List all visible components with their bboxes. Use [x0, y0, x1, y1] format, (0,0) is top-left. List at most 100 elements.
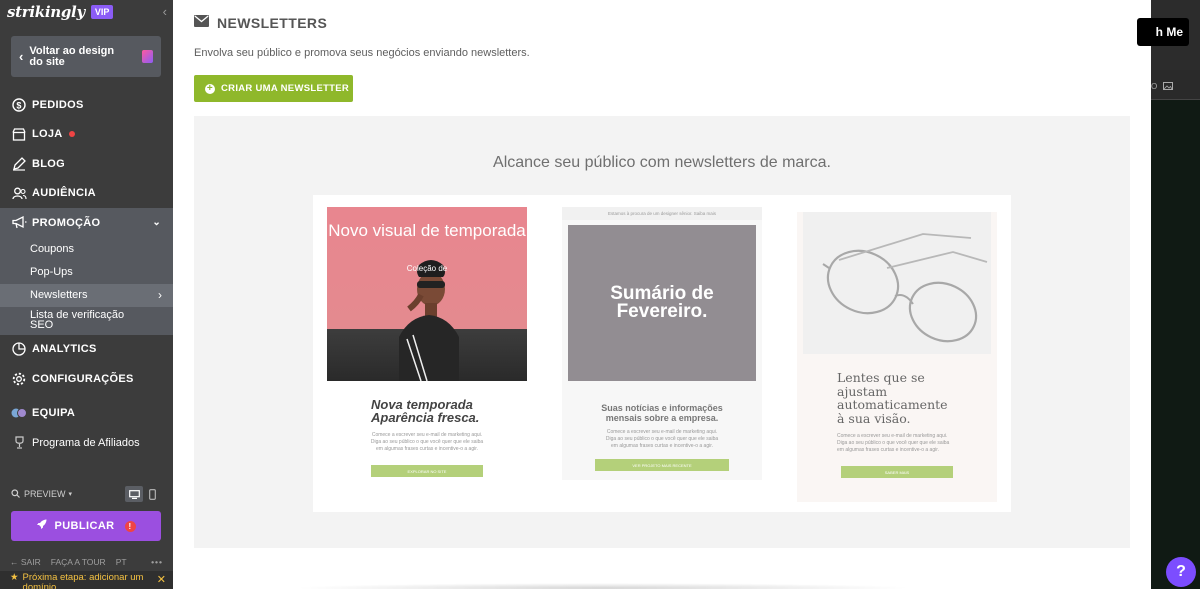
summary-body-text: Comece a escrever seu e-mail de marketin…: [605, 429, 719, 449]
search-icon: [11, 488, 20, 500]
fashion-body-text: Comece a escrever seu e-mail de marketin…: [370, 432, 484, 452]
submenu-item-seo-checklist[interactable]: Lista de verificação SEO: [0, 307, 173, 333]
svg-text:$: $: [16, 100, 21, 110]
submenu-item-label: Newsletters: [30, 289, 88, 301]
rocket-icon: [36, 519, 47, 533]
sidebar-item-label: LOJA: [32, 128, 63, 141]
submenu-item-coupons[interactable]: Coupons: [0, 238, 173, 261]
preview-dropdown[interactable]: PREVIEW: [24, 489, 66, 499]
sidebar-item-equipa[interactable]: EQUIPA: [0, 399, 173, 429]
publish-button[interactable]: PUBLICAR !: [11, 511, 161, 541]
sidebar-item-label: PEDIDOS: [32, 98, 84, 111]
language-link[interactable]: PT: [116, 557, 127, 567]
mobile-icon[interactable]: [143, 486, 161, 502]
summary-top-note: Estamos à procura de um designer sênior.…: [562, 207, 762, 220]
close-icon[interactable]: ✕: [157, 575, 166, 586]
next-step-banner[interactable]: ★ Próxima etapa: adicionar um domínio ✕: [0, 571, 173, 589]
submenu-item-popups[interactable]: Pop-Ups: [0, 261, 173, 284]
sidebar-nav: $ PEDIDOS LOJA BLOG AUDIÊNCIA PROMOÇÃO ⌄…: [0, 90, 173, 458]
background-strip-text: O: [1151, 82, 1158, 91]
device-toggle: [125, 486, 161, 502]
newsletter-promo: Alcance seu público com newsletters de m…: [194, 116, 1130, 548]
sidebar-header: strikingly VIP ‹: [0, 0, 173, 24]
summary-frame: Sumário de Fevereiro. Suas notícias e in…: [562, 220, 762, 480]
sidebar-item-label: AUDIÊNCIA: [32, 187, 96, 200]
strikingly-logo[interactable]: strikingly: [7, 3, 85, 21]
glasses-template: Lentes que se ajustam automaticamente à …: [797, 212, 997, 502]
sidebar-item-blog[interactable]: BLOG: [0, 149, 173, 179]
star-icon: ★: [10, 572, 19, 583]
megaphone-icon: [11, 215, 27, 231]
next-section-edge: [293, 583, 913, 589]
summary-body: Suas notícias e informações mensais sobr…: [568, 381, 756, 471]
exit-label: SAIR: [20, 557, 41, 567]
model-photo: [399, 260, 459, 381]
background-topbar: h Me: [1137, 0, 1200, 70]
summary-image-text: Sumário de Fevereiro.: [610, 283, 714, 322]
sidebar-item-loja[interactable]: LOJA: [0, 120, 173, 150]
sidebar-item-label: CONFIGURAÇÕES: [32, 372, 134, 385]
submenu-item-newsletters[interactable]: Newsletters ›: [0, 283, 173, 307]
promo-title: Alcance seu público com newsletters de m…: [493, 154, 831, 171]
background-content: [1151, 100, 1200, 589]
sidebar-item-pedidos[interactable]: $ PEDIDOS: [0, 90, 173, 120]
exit-link[interactable]: ← SAIR: [10, 557, 41, 567]
fashion-heading: Nova temporada Aparência fresca.: [371, 397, 480, 425]
trophy-icon: [11, 435, 27, 451]
watch-me-button[interactable]: h Me: [1137, 18, 1189, 46]
chevron-down-icon: ⌄: [152, 217, 161, 229]
back-to-site-design-button[interactable]: ‹ Voltar ao design do site: [11, 36, 161, 77]
site-icon: [142, 50, 153, 63]
glasses-heading: Lentes que se ajustam automaticamente à …: [837, 370, 948, 426]
template-card-glasses: Lentes que se ajustam automaticamente à …: [797, 207, 997, 502]
fashion-hero-image: Novo visual de temporada Coleção de: [327, 207, 527, 381]
tour-link[interactable]: FAÇA A TOUR: [51, 557, 106, 567]
vip-badge: VIP: [90, 5, 114, 19]
sidebar-item-promocao[interactable]: PROMOÇÃO ⌄: [0, 208, 173, 238]
sidebar: strikingly VIP ‹ ‹ Voltar ao design do s…: [0, 0, 173, 589]
publish-label: PUBLICAR: [54, 520, 115, 532]
dollar-icon: $: [11, 97, 27, 113]
glasses-body-text: Comece a escrever seu e-mail de marketin…: [837, 433, 950, 453]
fashion-cta-button: EXPLORAR NO SITE: [371, 465, 483, 477]
submenu-item-label: Lista de verificação SEO: [30, 308, 125, 331]
glasses-illustration: [822, 233, 988, 343]
store-icon: [11, 126, 27, 142]
submenu-item-label: Pop-Ups: [30, 266, 73, 278]
people-icon: [11, 185, 27, 201]
fashion-image-text: Novo visual de temporada: [328, 221, 526, 240]
background-strip: O: [1151, 70, 1200, 100]
page-header: NEWSLETTERS: [194, 14, 327, 32]
arrow-left-icon: ←: [10, 557, 21, 567]
glasses-image: [803, 212, 991, 354]
sidebar-item-configuracoes[interactable]: CONFIGURAÇÕES: [0, 364, 173, 394]
next-step-label: Próxima etapa: adicionar um domínio: [22, 572, 144, 589]
sidebar-item-analytics[interactable]: ANALYTICS: [0, 335, 173, 365]
pen-icon: [11, 156, 27, 172]
team-icon: [11, 405, 27, 421]
image-icon: [1163, 82, 1173, 92]
summary-hero-image: Sumário de Fevereiro.: [568, 225, 756, 381]
sidebar-item-label: BLOG: [32, 157, 65, 170]
notification-dot: [68, 131, 75, 138]
sidebar-item-label: PROMOÇÃO: [32, 216, 101, 229]
plus-circle-icon: +: [205, 82, 215, 94]
template-card-fashion: Novo visual de temporada Coleção de Nova…: [327, 207, 527, 499]
newsletters-panel: NEWSLETTERS Envolva seu público e promov…: [173, 0, 1151, 589]
create-newsletter-button[interactable]: + CRIAR UMA NEWSLETTER: [194, 75, 353, 102]
desktop-icon[interactable]: [125, 486, 143, 502]
warning-icon: !: [124, 520, 136, 532]
gear-icon: [11, 371, 27, 387]
help-button[interactable]: ?: [1166, 557, 1196, 587]
sidebar-footer: ← SAIR FAÇA A TOUR PT •••: [0, 555, 173, 569]
more-options-icon[interactable]: •••: [151, 557, 163, 567]
sidebar-item-afiliados[interactable]: Programa de Afiliados: [0, 428, 173, 458]
page-title: NEWSLETTERS: [217, 15, 328, 31]
back-button-label: Voltar ao design do site: [29, 44, 115, 68]
sidebar-item-label: EQUIPA: [32, 407, 76, 420]
template-preview-cards: Novo visual de temporada Coleção de Nova…: [313, 195, 1011, 512]
sidebar-item-audiencia[interactable]: AUDIÊNCIA: [0, 179, 173, 209]
sidebar-item-label: ANALYTICS: [32, 343, 97, 356]
collapse-sidebar-icon[interactable]: ‹: [163, 4, 167, 19]
submenu-item-label: Coupons: [30, 243, 75, 255]
